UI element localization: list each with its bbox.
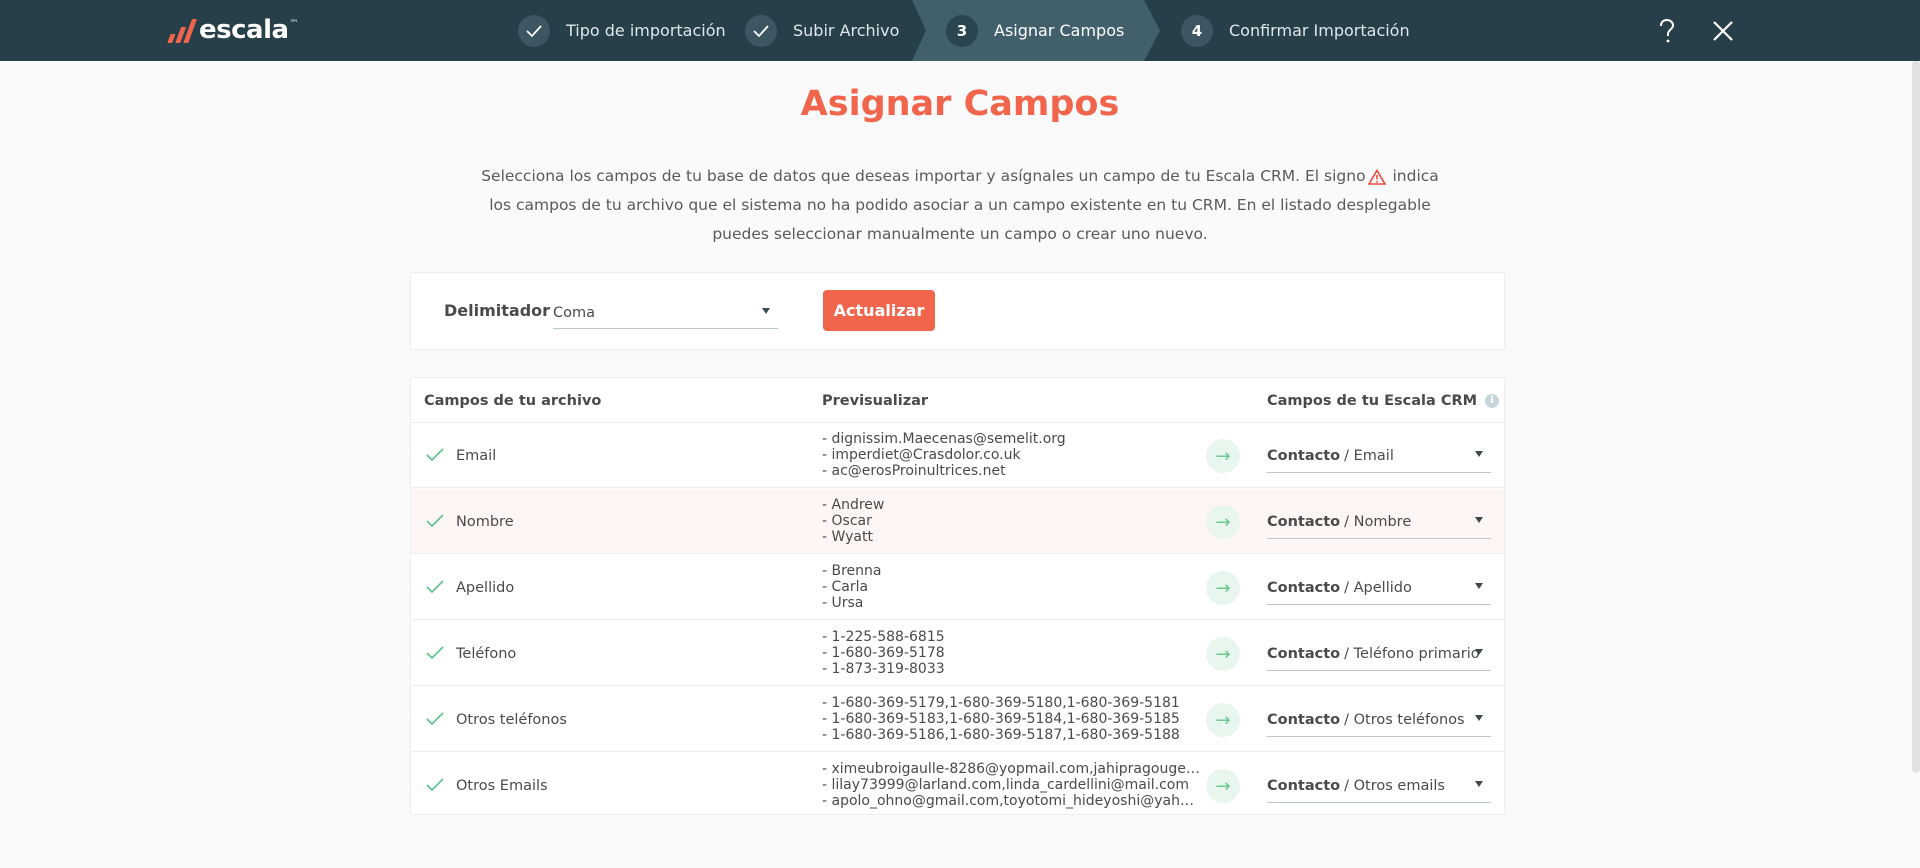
crm-entity: Contacto	[1267, 711, 1341, 728]
delimiter-card: Delimitador Coma Actualizar	[410, 272, 1505, 350]
chevron-down-icon	[1475, 715, 1483, 721]
step-label: Subir Archivo	[793, 21, 900, 40]
header-preview: Previsualizar	[822, 393, 929, 409]
step-label: Confirmar Importación	[1229, 21, 1410, 40]
header-crm-fields: Campos de tu Escala CRM i	[1267, 393, 1500, 409]
step-label: Asignar Campos	[994, 21, 1125, 40]
table-row: Otros Emails - ximeubroigaulle-8286@yopm…	[411, 753, 1504, 818]
field-preview: - 1-225-588-6815- 1-680-369-5178- 1-873-…	[822, 629, 945, 677]
close-icon[interactable]	[1706, 14, 1740, 48]
step-done-check-icon	[518, 14, 550, 47]
chevron-down-icon	[1475, 517, 1483, 523]
header-crm-fields-label: Campos de tu Escala CRM	[1267, 393, 1478, 409]
escala-logo[interactable]: escala ™	[167, 12, 299, 48]
help-question-icon[interactable]	[1650, 14, 1684, 48]
arrow-right-icon: →	[1206, 637, 1240, 671]
info-icon[interactable]: i	[1485, 394, 1500, 408]
crm-field-select[interactable]: Contacto / Otros emails	[1267, 769, 1491, 803]
file-field-name: Teléfono	[456, 645, 517, 662]
top-bar: escala ™ Tipo de importación Subir Archi…	[0, 0, 1920, 61]
table-row: Apellido - Brenna - Carla - Ursa → Contact…	[411, 555, 1504, 620]
field-preview: - ximeubroigaulle-8286@yopmail.com,jahip…	[822, 761, 1202, 809]
step-done-check-icon	[745, 14, 777, 47]
chevron-down-icon	[1475, 781, 1483, 787]
arrow-right-icon: →	[1206, 505, 1240, 539]
page-scrollbar[interactable]	[1912, 61, 1920, 773]
table-row: Otros teléfonos - 1-680-369-5179,1-680-3…	[411, 687, 1504, 752]
chevron-down-icon	[1475, 649, 1483, 655]
file-field-name: Otros teléfonos	[456, 711, 567, 728]
field-preview: - Andrew - Oscar - Wyatt	[822, 497, 885, 545]
delimiter-label: Delimitador	[444, 301, 551, 320]
crm-field: / Nombre	[1344, 513, 1412, 530]
field-preview: - 1-680-369-5179,1-680-369-5180,1-680-36…	[822, 695, 1180, 743]
crm-field: / Teléfono primario	[1344, 645, 1480, 662]
arrow-right-icon: →	[1206, 769, 1240, 803]
logo-trademark: ™	[289, 19, 299, 29]
check-icon	[426, 580, 444, 594]
chevron-down-icon	[762, 308, 770, 314]
table-row: Nombre - Andrew - Oscar - Wyatt → Contacto…	[411, 489, 1504, 554]
file-field-name: Email	[456, 447, 497, 464]
header-file-fields: Campos de tu archivo	[424, 393, 602, 409]
step-import-type[interactable]: Tipo de importación	[518, 0, 726, 61]
table-row: Email - dignissim.Maecenas@semelit.org - …	[411, 423, 1504, 488]
crm-entity: Contacto	[1267, 513, 1341, 530]
field-mapping-table: Campos de tu archivo Previsualizar Campo…	[410, 377, 1505, 815]
page-title: Asignar Campos	[800, 84, 1120, 124]
step-number-badge: 3	[946, 14, 978, 47]
chevron-down-icon	[1475, 583, 1483, 589]
description-text-start: Selecciona los campos de tu base de dato…	[481, 167, 1366, 185]
field-preview: - Brenna - Carla - Ursa	[822, 563, 882, 611]
page-description: Selecciona los campos de tu base de dato…	[470, 162, 1450, 249]
arrow-right-icon: →	[1206, 571, 1240, 605]
step-number-badge: 4	[1181, 14, 1213, 47]
step-assign-fields[interactable]: 3 Asignar Campos	[946, 0, 1124, 61]
check-icon	[426, 778, 444, 792]
file-field-name: Apellido	[456, 579, 515, 596]
file-field-name: Nombre	[456, 513, 514, 530]
step-label: Tipo de importación	[566, 21, 726, 40]
check-icon	[426, 646, 444, 660]
check-icon	[426, 448, 444, 462]
crm-entity: Contacto	[1267, 447, 1341, 464]
crm-field: / Apellido	[1344, 579, 1412, 596]
crm-field-select[interactable]: Contacto / Teléfono primario	[1267, 637, 1491, 671]
table-row: Teléfono - 1-225-588-6815- 1-680-369-517…	[411, 621, 1504, 686]
table-header: Campos de tu archivo Previsualizar Campo…	[411, 378, 1504, 423]
logo-mark-icon	[167, 17, 198, 43]
crm-field: / Email	[1344, 447, 1394, 464]
logo-text: escala	[199, 15, 289, 45]
chevron-down-icon	[1475, 451, 1483, 457]
update-button[interactable]: Actualizar	[823, 290, 935, 331]
crm-field-select[interactable]: Contacto / Apellido	[1267, 571, 1491, 605]
arrow-right-icon: →	[1206, 703, 1240, 737]
crm-field-select[interactable]: Contacto / Nombre	[1267, 505, 1491, 539]
crm-field: / Otros teléfonos	[1344, 711, 1465, 728]
crm-field-select[interactable]: Contacto / Email	[1267, 439, 1491, 473]
check-icon	[426, 514, 444, 528]
crm-entity: Contacto	[1267, 777, 1341, 794]
step-upload-file[interactable]: Subir Archivo	[745, 0, 899, 61]
file-field-name: Otros Emails	[456, 777, 548, 794]
check-icon	[426, 712, 444, 726]
step-confirm-import[interactable]: 4 Confirmar Importación	[1181, 0, 1410, 61]
warning-icon	[1367, 168, 1386, 185]
crm-field: / Otros emails	[1344, 777, 1445, 794]
crm-entity: Contacto	[1267, 645, 1341, 662]
delimiter-select[interactable]: Coma	[553, 297, 778, 329]
crm-entity: Contacto	[1267, 579, 1341, 596]
arrow-right-icon: →	[1206, 439, 1240, 473]
crm-field-select[interactable]: Contacto / Otros teléfonos	[1267, 703, 1491, 737]
delimiter-value: Coma	[553, 304, 596, 321]
field-preview: - dignissim.Maecenas@semelit.org - imperd…	[822, 431, 1066, 479]
